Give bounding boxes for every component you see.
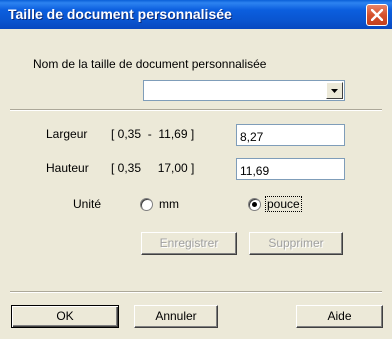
unit-inch-label[interactable]: pouce — [265, 196, 302, 212]
height-label: Hauteur — [46, 161, 89, 175]
close-button[interactable] — [366, 4, 388, 26]
unit-inch-radio[interactable] — [248, 198, 261, 211]
delete-button[interactable]: Supprimer — [249, 232, 343, 255]
cancel-button[interactable]: Annuler — [134, 305, 218, 328]
width-label: Largeur — [46, 127, 88, 141]
width-range: [ 0,35 - 11,69 ] — [111, 127, 195, 141]
custom-size-name-label: Nom de la taille de document personnalis… — [33, 57, 267, 71]
ok-button[interactable]: OK — [11, 305, 119, 328]
separator-bottom — [10, 291, 382, 293]
custom-size-name-combo[interactable] — [143, 80, 345, 101]
separator-top — [10, 109, 382, 111]
width-input[interactable] — [236, 124, 345, 146]
combo-dropdown-button[interactable] — [326, 82, 343, 99]
help-button[interactable]: Aide — [296, 305, 383, 328]
title-bar[interactable]: Taille de document personnalisée — [0, 0, 392, 29]
dialog-window: Taille de document personnalisée Nom de … — [0, 0, 392, 339]
unit-mm-label[interactable]: mm — [159, 197, 179, 211]
height-range: [ 0,35 17,00 ] — [111, 161, 195, 175]
window-title: Taille de document personnalisée — [8, 6, 232, 22]
save-button[interactable]: Enregistrer — [141, 232, 237, 255]
height-input[interactable] — [236, 158, 345, 180]
unit-mm-radio[interactable] — [140, 198, 153, 211]
radio-selected-dot — [252, 202, 257, 207]
unit-label: Unité — [73, 197, 102, 211]
